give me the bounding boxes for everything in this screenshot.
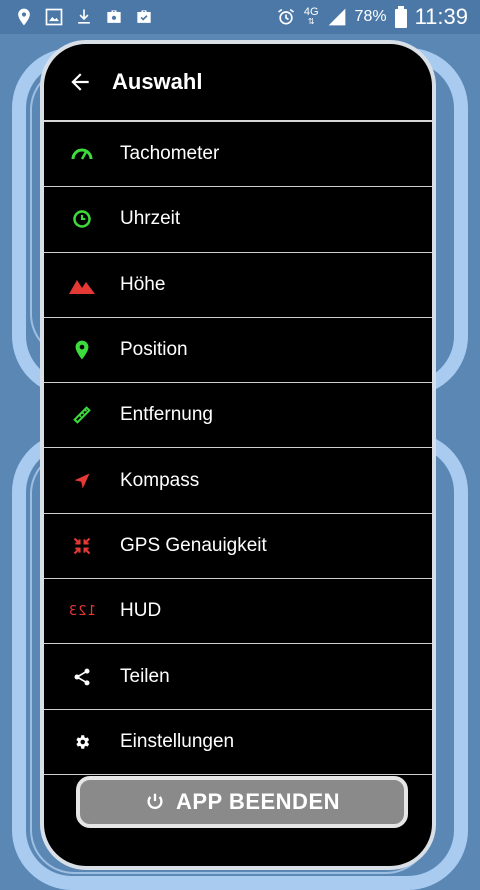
drawer-header: Auswahl: [44, 44, 432, 122]
hud-123-icon: 123: [68, 603, 96, 619]
briefcase-icon: [107, 10, 121, 23]
menu-item-label: HUD: [120, 600, 162, 622]
image-icon: [45, 8, 63, 26]
status-bar: 4G ⇅ 78% 11:39: [0, 0, 480, 34]
gear-icon: [76, 735, 90, 749]
alarm-icon: [277, 8, 294, 25]
signal-icon: [328, 8, 345, 26]
menu-item-uhrzeit[interactable]: Uhrzeit: [44, 187, 432, 253]
network-indicator: 4G ⇅: [303, 6, 319, 27]
menu-list: Tachometer Uhrzeit Höhe Position Entfern…: [44, 122, 432, 775]
menu-item-label: Tachometer: [120, 143, 220, 165]
drawer-title: Auswahl: [112, 69, 203, 94]
briefcase-check-icon: [137, 10, 151, 23]
arrow-left-icon: [71, 73, 89, 91]
compress-icon: [73, 537, 91, 555]
menu-item-label: Kompass: [120, 469, 200, 491]
quit-app-label: APP BEENDEN: [175, 789, 341, 814]
menu-item-einstellungen[interactable]: Einstellungen: [44, 710, 432, 775]
menu-item-label: Uhrzeit: [120, 208, 181, 230]
menu-item-label: Entfernung: [120, 404, 213, 426]
menu-item-label: Höhe: [120, 273, 166, 295]
ruler-icon: [73, 406, 91, 425]
share-icon: [74, 668, 90, 685]
clock-icon: [73, 210, 91, 229]
quit-app-button[interactable]: APP BEENDEN: [76, 776, 408, 828]
menu-item-gps-genauigkeit[interactable]: GPS Genauigkeit: [44, 514, 432, 580]
clock-time: 11:39: [414, 4, 468, 29]
back-button[interactable]: [50, 52, 110, 112]
navigation-drawer: Auswahl Tachometer Uhrzeit Höhe Position…: [40, 40, 436, 870]
menu-item-hoehe[interactable]: Höhe: [44, 253, 432, 318]
download-icon: [78, 9, 90, 24]
power-icon: [147, 793, 163, 809]
mountain-icon: [69, 279, 95, 294]
menu-item-hud[interactable]: 123 HUD: [44, 579, 432, 645]
menu-item-label: Einstellungen: [120, 730, 235, 752]
menu-item-entfernung[interactable]: Entfernung: [44, 383, 432, 449]
battery-icon: [394, 6, 407, 28]
location-pin-icon: [75, 340, 89, 360]
battery-percent: 78%: [354, 8, 387, 25]
menu-item-kompass[interactable]: Kompass: [44, 448, 432, 514]
speedometer-icon: [71, 148, 93, 160]
menu-item-tachometer[interactable]: Tachometer: [44, 122, 432, 188]
menu-item-label: GPS Genauigkeit: [120, 534, 267, 556]
menu-item-teilen[interactable]: Teilen: [44, 644, 432, 710]
navigation-arrow-icon: [74, 473, 90, 489]
location-icon: [18, 8, 30, 26]
menu-item-position[interactable]: Position: [44, 318, 432, 384]
menu-item-label: Teilen: [120, 665, 170, 687]
menu-item-label: Position: [120, 339, 188, 361]
